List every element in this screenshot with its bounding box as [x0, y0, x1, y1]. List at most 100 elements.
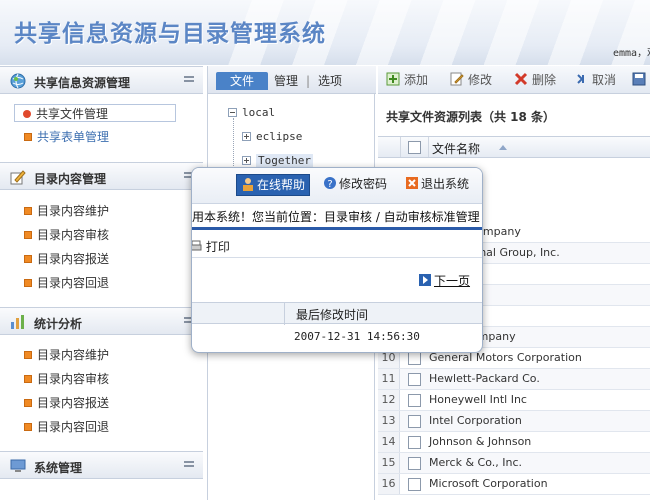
edit-icon: [450, 72, 464, 86]
column-header-filename[interactable]: 文件名称: [432, 140, 480, 157]
bullet-icon: [24, 279, 32, 287]
bullet-icon: [24, 375, 32, 383]
sidebar-item-content-maintain[interactable]: 目录内容维护: [24, 202, 109, 220]
sidebar-item-shared-forms[interactable]: 共享表单管理: [24, 128, 109, 146]
bullet-icon: [24, 133, 32, 141]
globe-icon: [10, 73, 26, 89]
tab-separator: |: [306, 74, 311, 88]
sort-asc-icon[interactable]: [499, 145, 507, 150]
bullet-icon: [24, 255, 32, 263]
column-header-last-modified[interactable]: 最后修改时间: [296, 306, 368, 323]
print-button[interactable]: 打印: [192, 236, 230, 258]
tree-tabs: 文件 管理 | 选项: [208, 66, 376, 94]
row-number: 13: [378, 411, 400, 431]
tree-node-eclipse[interactable]: eclipse: [242, 130, 302, 143]
tab-options[interactable]: 选项: [318, 72, 342, 90]
current-user-label: emma，欢: [613, 48, 650, 59]
next-page-link[interactable]: 下一页: [419, 272, 470, 289]
app-title: 共享信息资源与目录管理系统: [14, 21, 326, 47]
bullet-icon: [24, 399, 32, 407]
sidebar-section-title: 目录内容管理: [34, 172, 107, 186]
popup-toolbar: 在线帮助 ? 修改密码 退出系统: [192, 168, 482, 204]
row-file-name[interactable]: Johnson & Johnson: [429, 432, 531, 452]
row-checkbox[interactable]: [408, 394, 421, 407]
sidebar-section-system[interactable]: 系统管理: [0, 451, 203, 479]
row-file-name[interactable]: Merck & Co., Inc.: [429, 453, 522, 473]
next-arrow-icon: [419, 274, 431, 286]
delete-icon: [514, 72, 528, 86]
edit-button[interactable]: 修改: [450, 72, 492, 88]
table-row[interactable]: 12 Honeywell Intl Inc: [378, 390, 650, 411]
expand-box-icon[interactable]: [242, 132, 251, 141]
cancel-button[interactable]: 取消: [574, 72, 616, 88]
save-button[interactable]: [632, 72, 650, 88]
collapse-box-icon[interactable]: [228, 108, 237, 117]
sidebar: 共享信息资源管理 共享文件管理 共享表单管理 目录内容管理 目录内容维护 目录内…: [0, 66, 203, 500]
app-header: 共享信息资源与目录管理系统 emma，欢: [0, 0, 650, 65]
close-icon: [406, 177, 418, 189]
select-all-checkbox[interactable]: [408, 141, 421, 154]
edit-note-icon: [10, 170, 26, 185]
table-row[interactable]: 16 Microsoft Corporation: [378, 474, 650, 495]
sidebar-section-statistics[interactable]: 统计分析: [0, 307, 203, 335]
row-checkbox[interactable]: [408, 436, 421, 449]
row-file-name[interactable]: Intel Corporation: [429, 411, 522, 431]
row-checkbox[interactable]: [408, 478, 421, 491]
current-location-bar: 用本系统！您当前位置：目录审核 / 自动审核标准管理: [192, 204, 482, 230]
online-help-button[interactable]: 在线帮助: [236, 174, 310, 196]
logout-button[interactable]: 退出系统: [405, 174, 469, 196]
list-title: 共享文件资源列表（共 18 条）: [386, 110, 556, 124]
collapse-icon[interactable]: [184, 74, 194, 84]
column-divider: [284, 303, 285, 325]
sidebar-section-title: 统计分析: [34, 317, 83, 331]
row-number: 16: [378, 474, 400, 494]
sidebar-item-shared-files[interactable]: 共享文件管理: [14, 104, 176, 122]
sidebar-item-content-rollback[interactable]: 目录内容回退: [24, 274, 109, 292]
table-row[interactable]: 11 Hewlett-Packard Co.: [378, 369, 650, 390]
tab-files[interactable]: 文件: [216, 72, 268, 90]
active-dot-icon: [23, 110, 31, 118]
row-checkbox[interactable]: [408, 457, 421, 470]
row-checkbox[interactable]: [408, 352, 421, 365]
tab-manage[interactable]: 管理: [274, 72, 298, 90]
row-number: 14: [378, 432, 400, 452]
sidebar-section-title: 共享信息资源管理: [34, 76, 131, 90]
sidebar-section-shared-resources[interactable]: 共享信息资源管理: [0, 66, 203, 94]
table-row[interactable]: 13 Intel Corporation: [378, 411, 650, 432]
table-row[interactable]: 14 Johnson & Johnson: [378, 432, 650, 453]
header-divider: [400, 137, 401, 157]
help-circle-icon: ?: [324, 177, 336, 190]
table-row[interactable]: 15 Merck & Co., Inc.: [378, 453, 650, 474]
print-row: 打印: [192, 236, 482, 258]
collapse-icon[interactable]: [184, 459, 194, 469]
row-checkbox[interactable]: [408, 415, 421, 428]
delete-button[interactable]: 删除: [514, 72, 556, 88]
bullet-icon: [24, 351, 32, 359]
sidebar-item-stats-rollback[interactable]: 目录内容回退: [24, 418, 109, 436]
chart-icon: [11, 315, 24, 329]
file-toolbar: 添加 修改 删除 取消: [378, 66, 650, 94]
bullet-icon: [24, 231, 32, 239]
tree-node-local[interactable]: local: [228, 106, 275, 119]
sidebar-item-stats-maintain[interactable]: 目录内容维护: [24, 346, 109, 364]
row-file-name[interactable]: Honeywell Intl Inc: [429, 390, 527, 410]
sidebar-item-stats-submit[interactable]: 目录内容报送: [24, 394, 109, 412]
popup-table-header: 最后修改时间: [192, 302, 482, 325]
row-file-name[interactable]: Hewlett-Packard Co.: [429, 369, 540, 389]
sidebar-item-stats-review[interactable]: 目录内容审核: [24, 370, 109, 388]
last-modified-value: 2007-12-31 14:56:30: [294, 330, 420, 343]
row-checkbox[interactable]: [408, 373, 421, 386]
row-number: 15: [378, 453, 400, 473]
sidebar-section-directory-content[interactable]: 目录内容管理: [0, 162, 203, 190]
sidebar-item-content-review[interactable]: 目录内容审核: [24, 226, 109, 244]
change-password-button[interactable]: ? 修改密码: [323, 174, 387, 196]
sidebar-item-content-submit[interactable]: 目录内容报送: [24, 250, 109, 268]
expand-box-icon[interactable]: [242, 156, 251, 165]
add-button[interactable]: 添加: [386, 72, 428, 88]
overlay-popup: 在线帮助 ? 修改密码 退出系统 用本系统！您当前位置：目录审核 / 自动审核标准…: [191, 167, 483, 353]
bullet-icon: [24, 423, 32, 431]
header-divider: [428, 137, 429, 157]
row-file-name[interactable]: Microsoft Corporation: [429, 474, 548, 494]
user-help-icon: [243, 178, 253, 191]
tree-node-together[interactable]: Together: [242, 154, 313, 167]
